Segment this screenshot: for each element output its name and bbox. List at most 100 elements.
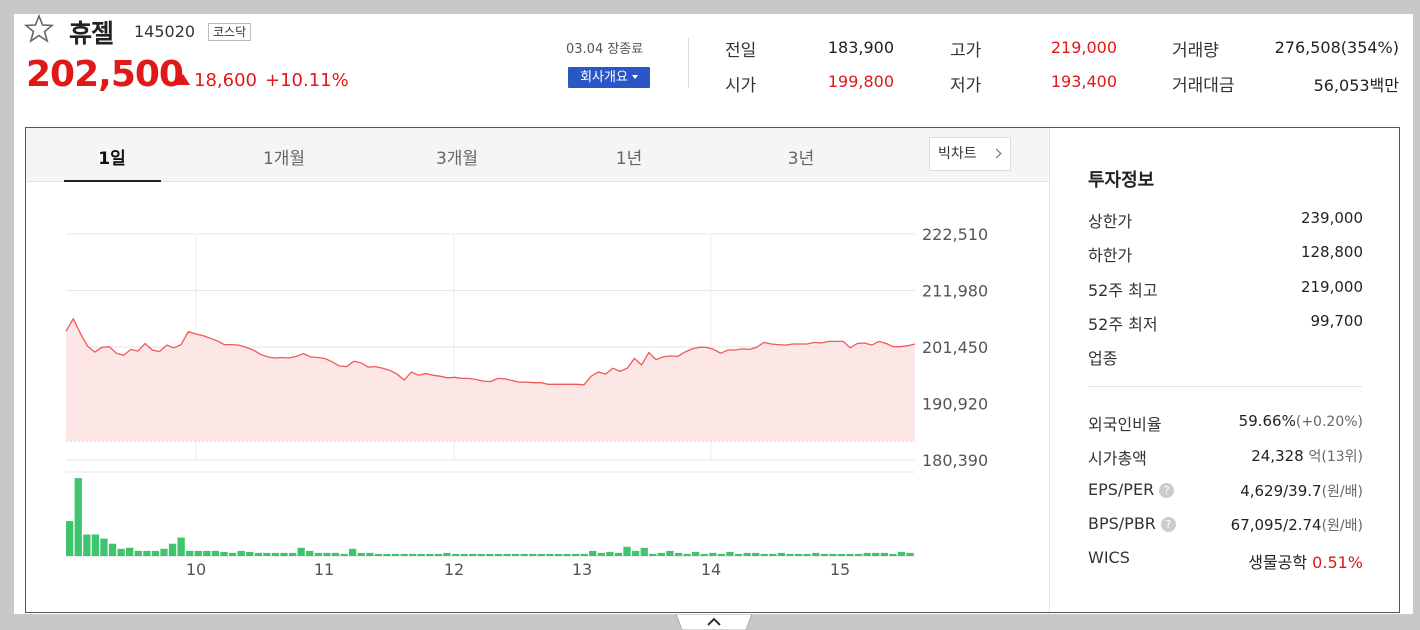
volume-bar (357, 552, 365, 556)
price-chart[interactable]: 222,510 211,980 201,450 190,920 180,390 10 11 1… (26, 182, 1049, 613)
volume-bar (820, 553, 828, 556)
foreign-ratio-change: (+0.20%) (1295, 414, 1363, 430)
x-tick-label: 12 (444, 560, 464, 579)
volume-bar (400, 553, 408, 556)
wics-label: WICS (1088, 548, 1130, 567)
company-overview-label: 회사개요 (580, 70, 628, 85)
favorite-star-icon[interactable] (24, 14, 54, 44)
volume-bar (83, 534, 91, 556)
volume-bar (228, 552, 237, 556)
market-cap-rank: 억(13위) (1308, 449, 1364, 465)
y-tick-label: 201,450 (922, 338, 988, 357)
volume-bar (734, 553, 743, 556)
y-tick-label: 222,510 (922, 225, 988, 244)
volume-bar (700, 553, 708, 556)
volume-bar (220, 551, 228, 556)
collapse-button[interactable] (676, 614, 752, 630)
wics-value[interactable]: 생물공학 0.51% (1248, 549, 1363, 573)
week52-low-value: 99,700 (1310, 312, 1364, 330)
price-area (66, 318, 915, 441)
company-overview-button[interactable]: 회사개요 (568, 67, 650, 88)
eps-per-text: EPS/PER (1088, 480, 1155, 499)
volume-bar (186, 550, 194, 556)
x-tick-label: 14 (701, 560, 721, 579)
volume-bar (632, 550, 640, 556)
quote-value-open: 199,800 (827, 72, 894, 91)
volume-bar (211, 550, 220, 556)
volume-bar (623, 546, 631, 556)
stock-name[interactable]: 휴젤 (69, 14, 114, 50)
y-tick-label: 180,390 (922, 451, 988, 470)
quote-value-trade-value: 56,053백만 (1313, 76, 1399, 95)
chevron-right-icon (991, 148, 1002, 159)
volume-bar (443, 552, 451, 556)
volume-bar (177, 537, 185, 556)
volume-bar (349, 548, 357, 556)
tab-1d[interactable]: 1일 (62, 144, 162, 169)
bigchart-button[interactable]: 빅차트 (929, 137, 1011, 171)
volume-bar (709, 552, 717, 556)
quote-label-low: 저가 (950, 76, 982, 96)
price-change: 18,600 (176, 70, 257, 91)
volume-bar (391, 553, 400, 556)
quote-value-volume: 276,508(354%) (1274, 38, 1399, 57)
quote-value-high: 219,000 (1050, 38, 1117, 57)
bps-pbr-unit: (원/배) (1321, 518, 1363, 534)
volume-bar (537, 553, 545, 556)
week52-low-label: 52주 최저 (1088, 315, 1158, 334)
tab-3m[interactable]: 3개월 (407, 144, 507, 169)
volume-bar (469, 553, 477, 556)
volume-bar (529, 553, 537, 556)
volume-bar (777, 552, 786, 556)
volume-bar (846, 553, 854, 556)
volume-bar (666, 550, 674, 556)
bps-pbr-value: 67,095/2.74(원/배) (1231, 515, 1363, 535)
volume-bar (426, 553, 434, 556)
volume-bar (306, 550, 314, 556)
bps-pbr-text: BPS/PBR (1088, 514, 1156, 533)
lower-limit-label: 하한가 (1088, 246, 1133, 265)
wics-change: 0.51% (1312, 553, 1363, 572)
volume-bar (74, 478, 82, 556)
volume-bar (486, 553, 494, 556)
volume-bar (794, 553, 803, 556)
y-tick-label: 211,980 (922, 282, 988, 301)
investment-info-title: 투자정보 (1088, 170, 1155, 191)
volume-bar (237, 550, 245, 556)
volume-bar (374, 553, 382, 556)
help-icon[interactable]: ? (1159, 483, 1175, 498)
divider (1088, 386, 1362, 387)
quote-value-low: 193,400 (1050, 72, 1117, 91)
volume-bar (323, 552, 331, 556)
volume-bar (108, 543, 117, 556)
volume-bar (194, 550, 202, 556)
x-tick-label: 13 (572, 560, 592, 579)
volume-bar (829, 553, 837, 556)
volume-bar (460, 553, 468, 556)
volume-bar (726, 551, 734, 556)
tab-3y[interactable]: 3년 (751, 144, 851, 169)
market-cap-value: 24,328 억(13위) (1251, 446, 1363, 466)
volume-bar (383, 553, 391, 556)
week52-high-value: 219,000 (1300, 278, 1363, 296)
volume-bar (906, 552, 914, 556)
volume-bar (606, 551, 614, 556)
quote-label-prev-close: 전일 (725, 41, 757, 61)
volume-bar (409, 553, 417, 556)
foreign-ratio-value: 59.66%(+0.20%) (1239, 412, 1363, 430)
volume-bar (563, 553, 571, 556)
volume-bar (863, 552, 871, 556)
volume-bar (614, 552, 623, 556)
tab-1m[interactable]: 1개월 (234, 144, 334, 169)
volume-bar (451, 553, 460, 556)
stock-code: 145020 (134, 22, 196, 41)
volume-bar (271, 552, 280, 556)
volume-bar (297, 547, 305, 556)
stock-panel: 휴젤 145020 코스닥 202,500 18,600 +10.11% 03.… (14, 14, 1413, 614)
tab-1y[interactable]: 1년 (579, 144, 679, 169)
volume-bar (366, 552, 374, 556)
volume-bar (837, 553, 846, 556)
help-icon[interactable]: ? (1160, 517, 1176, 532)
foreign-ratio-label: 외국인비율 (1088, 415, 1162, 434)
volume-bar (134, 550, 142, 556)
